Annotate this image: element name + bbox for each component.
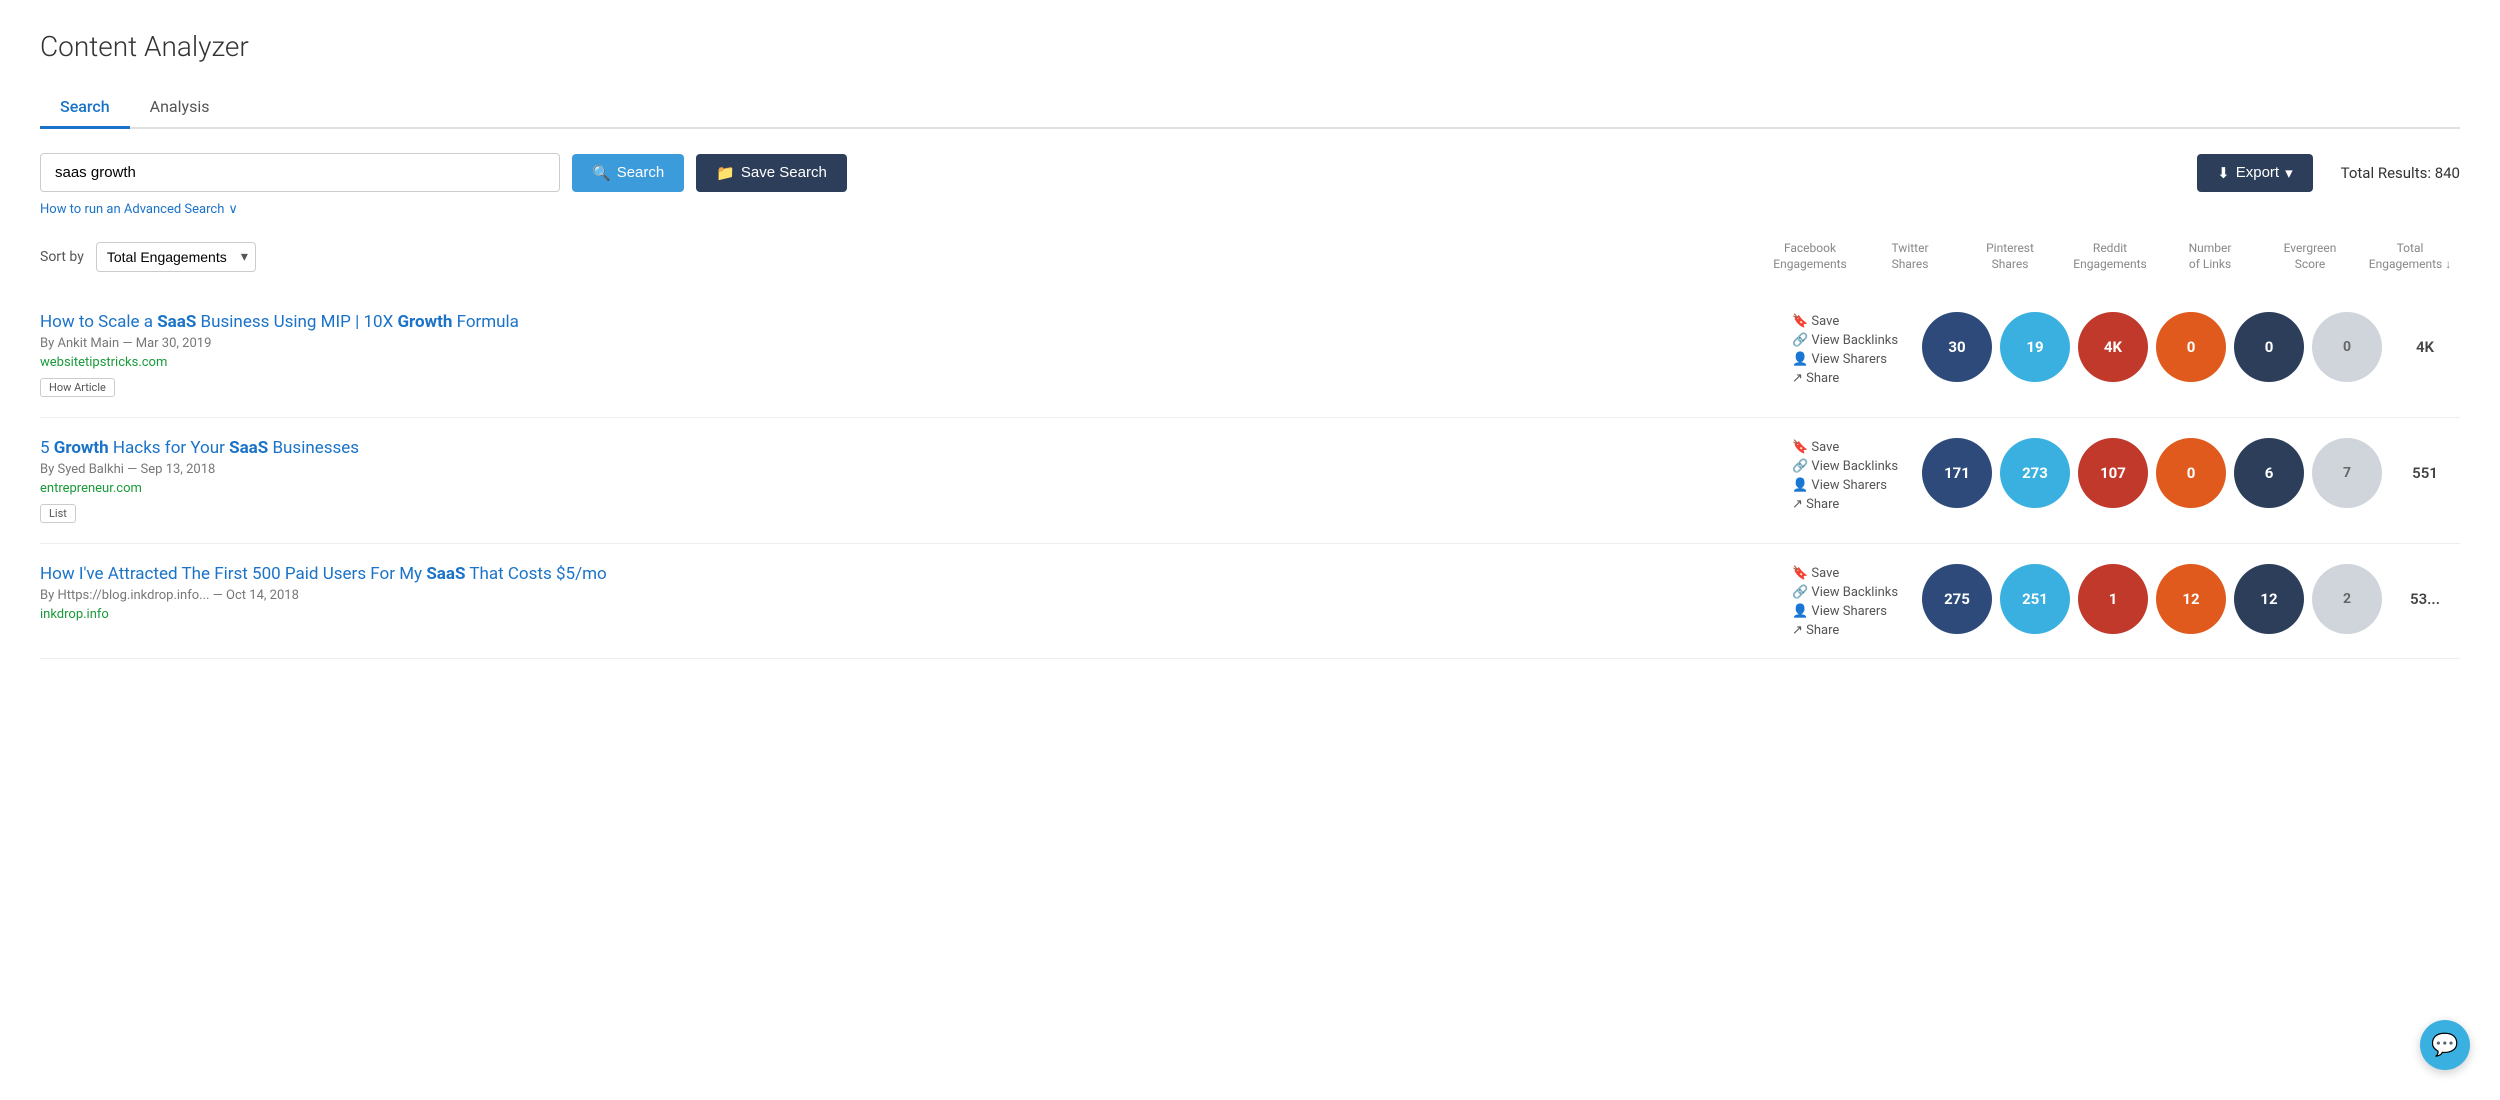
- result-actions: 🔖 Save 🔗 View Backlinks 👤 View Sharers ↗ Sh…: [1792, 438, 1922, 512]
- result-stats: 171273107067 551: [1922, 438, 2460, 508]
- tab-search[interactable]: Search: [40, 87, 130, 129]
- col-total: TotalEngagements ↓: [2360, 241, 2460, 272]
- action-view-backlinks[interactable]: 🔗 View Backlinks: [1792, 333, 1922, 348]
- sort-select-wrap[interactable]: Total Engagements: [96, 242, 256, 272]
- result-actions: 🔖 Save 🔗 View Backlinks 👤 View Sharers ↗ Sh…: [1792, 312, 1922, 386]
- export-icon: ⬇: [2217, 164, 2230, 182]
- sort-row: Sort by Total Engagements FacebookEngage…: [40, 241, 2460, 272]
- stat-links: 0: [2234, 312, 2304, 382]
- table-row: How to Scale a SaaS Business Using MIP |…: [40, 292, 2460, 418]
- result-actions: 🔖 Save 🔗 View Backlinks 👤 View Sharers ↗ Sh…: [1792, 564, 1922, 638]
- total-results: Total Results: 840: [2341, 164, 2460, 182]
- result-tag: How Article: [40, 378, 115, 397]
- col-reddit: RedditEngagements: [2060, 241, 2160, 272]
- search-button[interactable]: 🔍 Search: [572, 154, 684, 192]
- action-view-sharers[interactable]: 👤 View Sharers: [1792, 478, 1922, 493]
- result-domain[interactable]: inkdrop.info: [40, 607, 1792, 622]
- action-view-backlinks[interactable]: 🔗 View Backlinks: [1792, 459, 1922, 474]
- result-meta: By Syed Balkhi — Sep 13, 2018: [40, 462, 1792, 477]
- result-content: How to Scale a SaaS Business Using MIP |…: [40, 312, 1792, 397]
- result-domain[interactable]: websitetipstricks.com: [40, 355, 1792, 370]
- stat-total: 53...: [2390, 590, 2460, 608]
- result-title[interactable]: How I've Attracted The First 500 Paid Us…: [40, 564, 1792, 584]
- result-title[interactable]: 5 Growth Hacks for Your SaaS Businesses: [40, 438, 1792, 458]
- col-evergreen: EvergreenScore: [2260, 241, 2360, 272]
- stat-facebook: 275: [1922, 564, 1992, 634]
- stat-facebook: 30: [1922, 312, 1992, 382]
- action-view-sharers[interactable]: 👤 View Sharers: [1792, 604, 1922, 619]
- result-stats: 27525111212253...: [1922, 564, 2460, 634]
- stat-twitter: 251: [2000, 564, 2070, 634]
- action-view-backlinks[interactable]: 🔗 View Backlinks: [1792, 585, 1922, 600]
- chat-icon: 💬: [2431, 1033, 2458, 1058]
- stat-reddit: 0: [2156, 438, 2226, 508]
- col-pinterest: PinterestShares: [1960, 241, 2060, 272]
- result-domain[interactable]: entrepreneur.com: [40, 481, 1792, 496]
- stat-facebook: 171: [1922, 438, 1992, 508]
- stat-reddit: 0: [2156, 312, 2226, 382]
- chat-bubble[interactable]: 💬: [2420, 1020, 2470, 1070]
- chevron-down-icon: ▾: [2285, 164, 2293, 182]
- stat-links: 6: [2234, 438, 2304, 508]
- folder-icon: 📁: [716, 164, 735, 182]
- result-meta: By Ankit Main — Mar 30, 2019: [40, 336, 1792, 351]
- action-share[interactable]: ↗ Share: [1792, 371, 1922, 386]
- stat-pinterest: 107: [2078, 438, 2148, 508]
- col-twitter: TwitterShares: [1860, 241, 1960, 272]
- result-tag: List: [40, 504, 76, 523]
- sort-select[interactable]: Total Engagements: [96, 242, 256, 272]
- chevron-down-icon: ∨: [228, 202, 238, 217]
- stat-pinterest: 1: [2078, 564, 2148, 634]
- result-meta: By Https://blog.inkdrop.info... — Oct 14…: [40, 588, 1792, 603]
- stat-twitter: 273: [2000, 438, 2070, 508]
- export-button[interactable]: ⬇ Export ▾: [2197, 154, 2312, 192]
- action-save[interactable]: 🔖 Save: [1792, 314, 1922, 329]
- result-stats: 30194K0004K: [1922, 312, 2460, 382]
- stat-twitter: 19: [2000, 312, 2070, 382]
- stat-total: 551: [2390, 464, 2460, 482]
- sort-arrow: ↓: [2445, 257, 2451, 271]
- advanced-search-link[interactable]: How to run an Advanced Search ∨: [40, 202, 2460, 217]
- search-bar-row: 🔍 Search 📁 Save Search ⬇ Export ▾ Total …: [40, 153, 2460, 192]
- search-icon: 🔍: [592, 164, 611, 182]
- stat-evergreen: 2: [2312, 564, 2382, 634]
- stat-evergreen: 0: [2312, 312, 2382, 382]
- action-save[interactable]: 🔖 Save: [1792, 440, 1922, 455]
- result-title[interactable]: How to Scale a SaaS Business Using MIP |…: [40, 312, 1792, 332]
- table-row: 5 Growth Hacks for Your SaaS Businesses B…: [40, 418, 2460, 544]
- col-facebook: FacebookEngagements: [1760, 241, 1860, 272]
- table-row: How I've Attracted The First 500 Paid Us…: [40, 544, 2460, 659]
- stat-reddit: 12: [2156, 564, 2226, 634]
- results-container: How to Scale a SaaS Business Using MIP |…: [40, 292, 2460, 659]
- tab-analysis[interactable]: Analysis: [130, 87, 230, 129]
- stat-total: 4K: [2390, 338, 2460, 356]
- col-links: Numberof Links: [2160, 241, 2260, 272]
- stat-pinterest: 4K: [2078, 312, 2148, 382]
- action-save[interactable]: 🔖 Save: [1792, 566, 1922, 581]
- result-content: How I've Attracted The First 500 Paid Us…: [40, 564, 1792, 630]
- page-title: Content Analyzer: [40, 30, 2460, 63]
- save-search-button[interactable]: 📁 Save Search: [696, 154, 847, 192]
- stat-links: 12: [2234, 564, 2304, 634]
- result-content: 5 Growth Hacks for Your SaaS Businesses B…: [40, 438, 1792, 523]
- search-input[interactable]: [40, 153, 560, 192]
- action-share[interactable]: ↗ Share: [1792, 497, 1922, 512]
- stat-evergreen: 7: [2312, 438, 2382, 508]
- action-view-sharers[interactable]: 👤 View Sharers: [1792, 352, 1922, 367]
- tab-bar: Search Analysis: [40, 87, 2460, 129]
- sort-label: Sort by: [40, 249, 84, 265]
- action-share[interactable]: ↗ Share: [1792, 623, 1922, 638]
